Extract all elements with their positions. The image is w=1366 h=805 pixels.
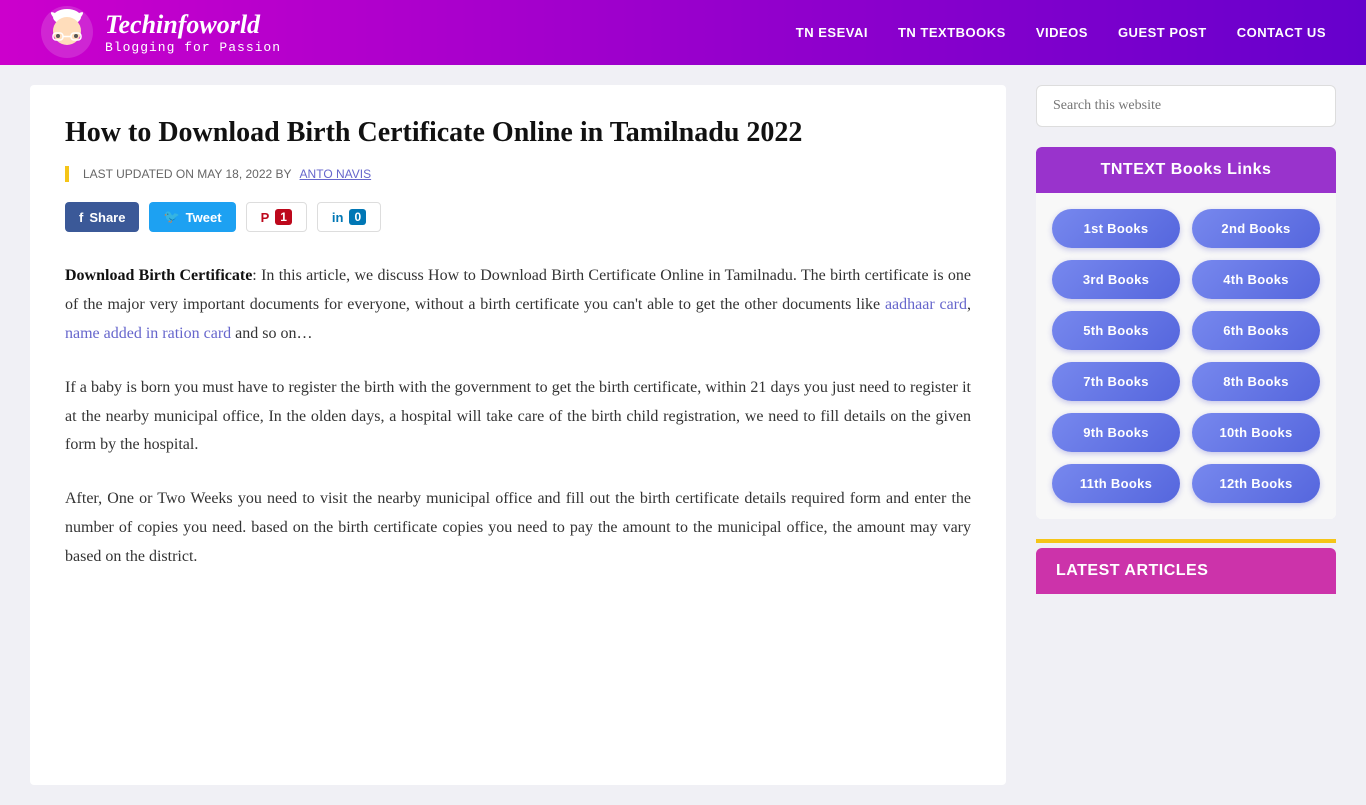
book-btn-6th[interactable]: 6th Books [1192, 311, 1320, 350]
tntext-header: TNTEXT Books Links [1036, 147, 1336, 193]
share-label: Share [89, 210, 125, 225]
book-btn-5th[interactable]: 5th Books [1052, 311, 1180, 350]
logo-text-area: Techinfoworld Blogging for Passion [105, 10, 281, 55]
twitter-share-button[interactable]: 🐦 Tweet [149, 202, 235, 232]
tweet-label: Tweet [186, 210, 222, 225]
logo-icon [40, 5, 95, 60]
book-btn-1st[interactable]: 1st Books [1052, 209, 1180, 248]
pinterest-count: 1 [275, 209, 292, 225]
logo-area[interactable]: Techinfoworld Blogging for Passion [40, 5, 281, 60]
book-btn-4th[interactable]: 4th Books [1192, 260, 1320, 299]
tntext-books-grid: 1st Books 2nd Books 3rd Books 4th Books … [1036, 193, 1336, 519]
article-meta: LAST UPDATED ON MAY 18, 2022 BY ANTO NAV… [65, 166, 971, 182]
book-btn-7th[interactable]: 7th Books [1052, 362, 1180, 401]
book-btn-2nd[interactable]: 2nd Books [1192, 209, 1320, 248]
pinterest-icon: P [261, 210, 270, 225]
twitter-icon: 🐦 [163, 209, 179, 225]
nav-tn-esevai[interactable]: TN ESEVAI [796, 25, 868, 40]
nav-contact-us[interactable]: CONTACT US [1237, 25, 1326, 40]
book-btn-8th[interactable]: 8th Books [1192, 362, 1320, 401]
meta-author-link[interactable]: ANTO NAVIS [300, 167, 372, 181]
aadhaar-card-link[interactable]: aadhaar card [885, 296, 967, 313]
site-header: Techinfoworld Blogging for Passion TN ES… [0, 0, 1366, 65]
pinterest-share-button[interactable]: P 1 [246, 202, 307, 232]
book-btn-12th[interactable]: 12th Books [1192, 464, 1320, 503]
yellow-bar-accent [65, 166, 69, 182]
nav-tn-textbooks[interactable]: TN TEXTBOOKS [898, 25, 1006, 40]
nav-guest-post[interactable]: GUEST POST [1118, 25, 1207, 40]
book-btn-10th[interactable]: 10th Books [1192, 413, 1320, 452]
main-container: How to Download Birth Certificate Online… [0, 65, 1366, 805]
yellow-accent-bar [1036, 539, 1336, 543]
linkedin-count: 0 [349, 209, 366, 225]
main-nav: TN ESEVAI TN TEXTBOOKS VIDEOS GUEST POST… [796, 25, 1326, 40]
linkedin-share-button[interactable]: in 0 [317, 202, 381, 232]
sidebar: TNTEXT Books Links 1st Books 2nd Books 3… [1036, 85, 1336, 785]
article-title: How to Download Birth Certificate Online… [65, 115, 971, 151]
article-body: Download Birth Certificate: In this arti… [65, 262, 971, 571]
facebook-icon: f [79, 210, 83, 225]
content-area: How to Download Birth Certificate Online… [30, 85, 1006, 785]
nav-videos[interactable]: VIDEOS [1036, 25, 1088, 40]
search-input[interactable] [1036, 85, 1336, 127]
book-btn-3rd[interactable]: 3rd Books [1052, 260, 1180, 299]
latest-articles-header: LATEST ARTICLES [1036, 548, 1336, 594]
logo-tagline: Blogging for Passion [105, 40, 281, 55]
logo-title: Techinfoworld [105, 10, 281, 40]
linkedin-icon: in [332, 210, 344, 225]
social-share-bar: f Share 🐦 Tweet P 1 in 0 [65, 202, 971, 232]
tntext-widget: TNTEXT Books Links 1st Books 2nd Books 3… [1036, 147, 1336, 519]
book-btn-11th[interactable]: 11th Books [1052, 464, 1180, 503]
article-strong-1: Download Birth Certificate [65, 267, 252, 284]
article-paragraph-1: Download Birth Certificate: In this arti… [65, 262, 971, 348]
meta-prefix: LAST UPDATED ON MAY 18, 2022 BY [83, 167, 292, 181]
article-paragraph-2: If a baby is born you must have to regis… [65, 374, 971, 460]
book-btn-9th[interactable]: 9th Books [1052, 413, 1180, 452]
ration-card-link[interactable]: name added in ration card [65, 325, 231, 342]
article-paragraph-3: After, One or Two Weeks you need to visi… [65, 485, 971, 571]
facebook-share-button[interactable]: f Share [65, 202, 139, 232]
